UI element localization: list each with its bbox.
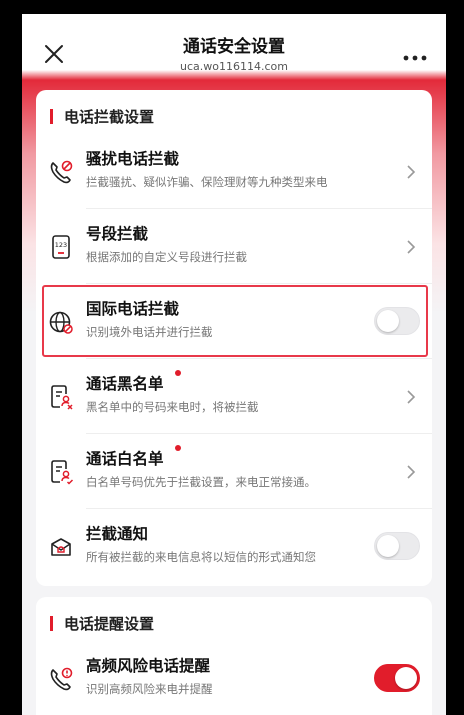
toggle-knob bbox=[377, 534, 399, 557]
section-header: 电话提醒设置 bbox=[50, 613, 154, 633]
row-title: 拦截通知 bbox=[86, 525, 149, 543]
section-header: 电话拦截设置 bbox=[50, 106, 154, 126]
section-accent-bar bbox=[50, 108, 53, 124]
whitelist-icon bbox=[51, 459, 74, 485]
setting-row-whitelist[interactable]: 通话白名单 白名单号码优先于拦截设置，来电正常接通。 bbox=[36, 434, 432, 509]
setting-row-number-range[interactable]: 123 号段拦截 根据添加的自定义号段进行拦截 bbox=[36, 209, 432, 284]
page-url: uca.wo116114.com bbox=[180, 60, 288, 73]
new-badge-dot bbox=[175, 370, 181, 376]
row-title: 高频风险电话提醒 bbox=[86, 657, 211, 675]
new-badge-dot bbox=[175, 445, 181, 451]
more-button[interactable] bbox=[402, 48, 428, 61]
chevron-right-icon bbox=[407, 164, 416, 179]
toggle-knob bbox=[395, 666, 417, 689]
row-description: 识别境外电话并进行拦截 bbox=[86, 325, 213, 339]
call-block-settings-card: 电话拦截设置 骚扰电话拦截 拦截骚扰、疑似诈骗、保险理财等九种类型来电 123 … bbox=[36, 90, 432, 586]
call-reminder-settings-card: 电话提醒设置 高频风险电话提醒 识别高频风险来电并提醒 bbox=[36, 597, 432, 715]
row-description: 拦截骚扰、疑似诈骗、保险理财等九种类型来电 bbox=[86, 175, 328, 189]
chevron-right-icon bbox=[407, 389, 416, 404]
risk-phone-icon bbox=[50, 667, 73, 690]
title-block: 通话安全设置 uca.wo116114.com bbox=[22, 36, 446, 74]
row-title: 国际电话拦截 bbox=[86, 300, 180, 318]
chevron-right-icon bbox=[407, 464, 416, 479]
setting-row-international-block[interactable]: 国际电话拦截 识别境外电话并进行拦截 bbox=[36, 284, 432, 359]
row-title: 通话黑名单 bbox=[86, 375, 164, 393]
row-description: 根据添加的自定义号段进行拦截 bbox=[86, 250, 247, 264]
toggle-knob bbox=[377, 309, 399, 332]
row-title: 通话白名单 bbox=[86, 450, 164, 468]
row-description: 识别高频风险来电并提醒 bbox=[86, 682, 213, 696]
phone-block-icon bbox=[50, 160, 73, 183]
international-block-toggle[interactable] bbox=[374, 306, 420, 335]
setting-row-block-notify[interactable]: 拦截通知 所有被拦截的来电信息将以短信的形式通知您 bbox=[36, 509, 432, 584]
high-risk-reminder-toggle[interactable] bbox=[374, 663, 420, 692]
phone-screen: 通话安全设置 uca.wo116114.com 电话拦截设置 骚扰电话拦截 拦截… bbox=[22, 14, 446, 715]
row-description: 所有被拦截的来电信息将以短信的形式通知您 bbox=[86, 550, 316, 564]
chevron-right-icon bbox=[407, 239, 416, 254]
globe-block-icon bbox=[49, 311, 73, 334]
section-accent-bar bbox=[50, 615, 53, 631]
setting-row-blacklist[interactable]: 通话黑名单 黑名单中的号码来电时，将被拦截 bbox=[36, 359, 432, 434]
row-description: 白名单号码优先于拦截设置，来电正常接通。 bbox=[86, 475, 316, 489]
blacklist-icon bbox=[51, 384, 73, 410]
section-title: 电话拦截设置 bbox=[64, 107, 155, 126]
row-title: 骚扰电话拦截 bbox=[86, 150, 180, 168]
setting-row-high-risk-reminder[interactable]: 高频风险电话提醒 识别高频风险来电并提醒 bbox=[36, 641, 432, 715]
app-header: 通话安全设置 uca.wo116114.com bbox=[22, 14, 446, 78]
page-title: 通话安全设置 bbox=[183, 37, 285, 57]
setting-row-harass-block[interactable]: 骚扰电话拦截 拦截骚扰、疑似诈骗、保险理财等九种类型来电 bbox=[36, 134, 432, 209]
more-icon bbox=[403, 55, 427, 61]
row-description: 黑名单中的号码来电时，将被拦截 bbox=[86, 400, 259, 414]
number-range-icon: 123 bbox=[52, 234, 70, 259]
block-notify-toggle[interactable] bbox=[374, 531, 420, 560]
section-title: 电话提醒设置 bbox=[64, 614, 155, 633]
svg-text:123: 123 bbox=[55, 241, 67, 249]
notify-mail-icon bbox=[51, 537, 71, 556]
row-title: 号段拦截 bbox=[86, 225, 149, 243]
